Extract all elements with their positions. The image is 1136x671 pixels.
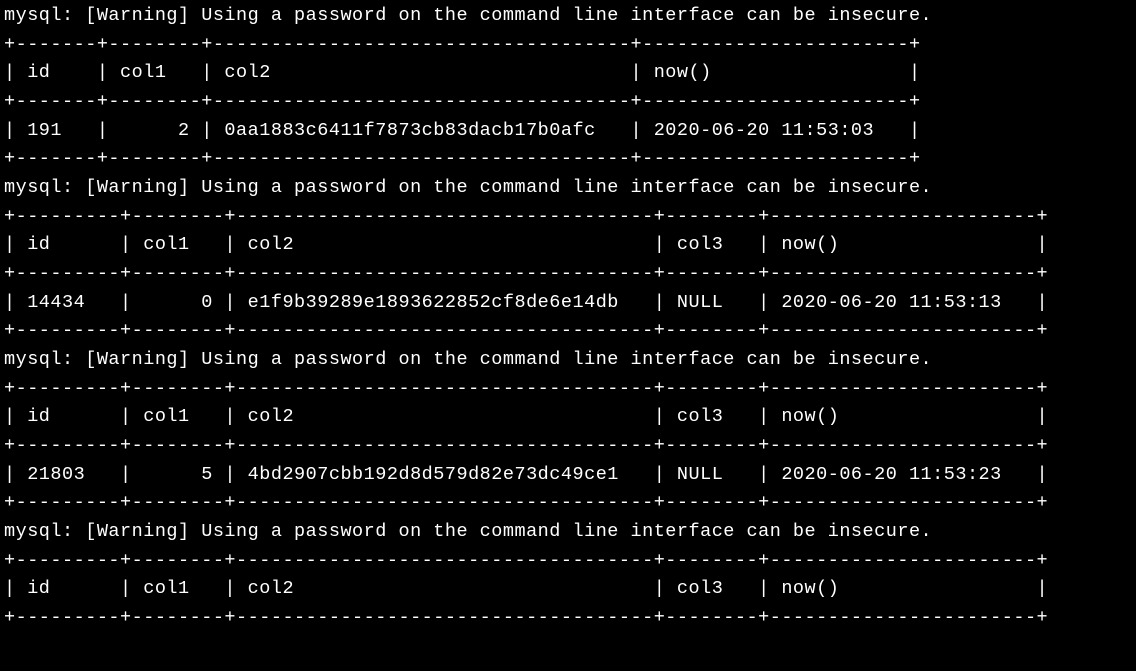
- terminal-output: mysql: [Warning] Using a password on the…: [0, 0, 1136, 635]
